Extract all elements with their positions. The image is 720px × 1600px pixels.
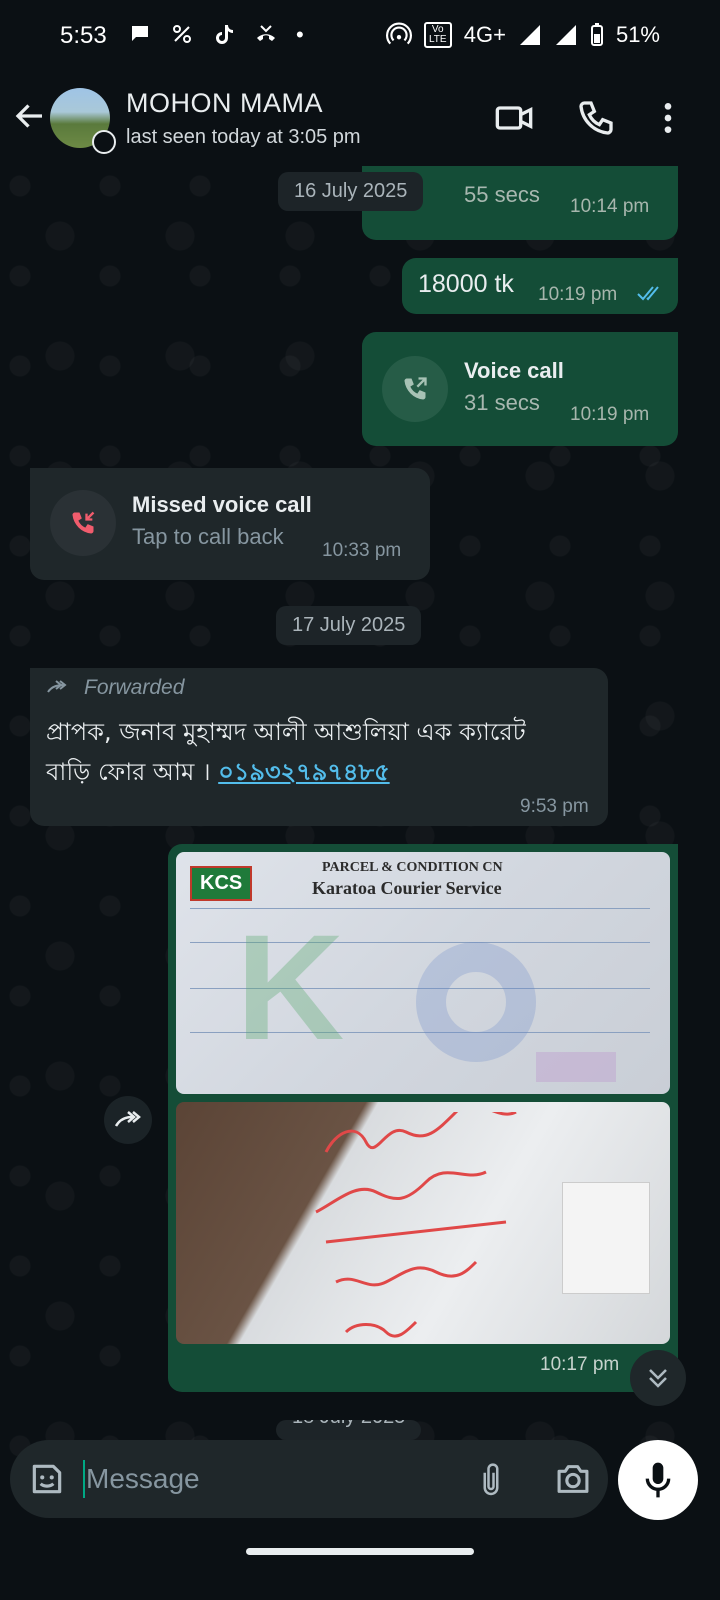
- signal-2-icon: [555, 25, 576, 45]
- forward-button[interactable]: [104, 1096, 152, 1144]
- voice-call-bubble[interactable]: Voice call 31 secs 10:19 pm: [362, 332, 678, 446]
- message-time: 10:19 pm: [538, 284, 618, 305]
- phone-link[interactable]: ০১৯৩২৭৯৭৪৮৫: [218, 758, 389, 786]
- contact-name[interactable]: MOHON MAMA: [126, 88, 323, 119]
- voice-call-icon[interactable]: [576, 98, 616, 138]
- chat-notification-icon: [132, 26, 148, 41]
- barcode-label: [562, 1182, 650, 1294]
- handwritten-address: [315, 1112, 517, 1338]
- tiktok-icon: [216, 25, 233, 44]
- date-label: 18 July 2025: [292, 1420, 405, 1428]
- forward-icon: [114, 1111, 141, 1127]
- forwarded-message[interactable]: Forwarded প্রাপক, জনাব মুহাম্মদ আলী আশুল…: [30, 668, 608, 826]
- outgoing-call-icon: [404, 377, 427, 400]
- status-bar: 5:53 • Vo LTE 4G+ 51%: [0, 0, 720, 70]
- message-input[interactable]: [84, 1458, 448, 1500]
- volte-icon: Vo LTE: [423, 22, 452, 48]
- battery-percent: 51%: [615, 22, 660, 47]
- message-time: 10:14 pm: [570, 196, 650, 217]
- date-separator: 17 July 2025: [276, 606, 422, 645]
- message-time: 10:19 pm: [570, 404, 650, 425]
- call-icon-circle: [382, 356, 448, 422]
- receipt-watermark: K: [236, 903, 345, 1071]
- call-duration: 31 secs: [464, 390, 540, 415]
- message-time: 9:53 pm: [520, 796, 589, 817]
- percent-icon: [173, 25, 191, 43]
- attach-icon[interactable]: [476, 1460, 506, 1498]
- network-type: 4G+: [463, 22, 506, 47]
- parcel-package-image[interactable]: [176, 1102, 670, 1344]
- last-seen: last seen today at 3:05 pm: [126, 126, 361, 148]
- call-back-hint: Tap to call back: [132, 524, 284, 549]
- receipt-heading: PARCEL & CONDITION CN: [322, 860, 503, 875]
- courier-receipt-image[interactable]: KCS PARCEL & CONDITION CN Karatoa Courie…: [176, 852, 670, 1094]
- missed-call-notification-icon: [257, 25, 275, 41]
- message-text: 18000 tk: [418, 270, 514, 298]
- back-arrow-icon[interactable]: [12, 98, 48, 134]
- signal-icon: [519, 25, 540, 45]
- forwarded-label: Forwarded: [84, 676, 185, 699]
- receipt-watermark-c: [416, 942, 536, 1062]
- notification-icons: •: [128, 22, 304, 48]
- call-title: Missed voice call: [132, 492, 312, 517]
- message-composer: [10, 1440, 608, 1518]
- call-icon-circle: [50, 490, 116, 556]
- double-chevron-down-icon: [649, 1369, 667, 1388]
- microphone-icon: [645, 1462, 671, 1498]
- date-separator-partial: 18 July 2025: [276, 1420, 422, 1440]
- forwarded-icon: [47, 680, 67, 693]
- sticker-icon[interactable]: [28, 1460, 66, 1498]
- receipt-watermark-s: [536, 1052, 616, 1082]
- battery-icon: [590, 23, 603, 46]
- receipt-company: Karatoa Courier Service: [312, 878, 502, 898]
- gesture-nav-bar[interactable]: [246, 1548, 474, 1555]
- receipt-logo: KCS: [190, 866, 253, 901]
- system-icons: Vo LTE 4G+ 51%: [385, 22, 660, 48]
- more-options-icon[interactable]: [648, 98, 688, 138]
- text-message-outgoing[interactable]: 18000 tk 10:19 pm: [402, 258, 678, 314]
- message-time: 10:33 pm: [322, 540, 402, 561]
- message-text: প্রাপক, জনাব মুহাম্মদ আলী আশুলিয়া এক ক্…: [46, 712, 566, 792]
- call-duration: 55 secs: [464, 182, 540, 207]
- voice-record-button[interactable]: [618, 1440, 698, 1520]
- camera-icon[interactable]: [554, 1462, 592, 1496]
- status-ring-icon: [92, 130, 116, 154]
- message-time: 10:17 pm: [540, 1354, 620, 1375]
- more-notifications-dot: •: [296, 22, 304, 47]
- scroll-to-bottom-button[interactable]: [630, 1350, 686, 1406]
- hotspot-icon: [385, 22, 412, 45]
- missed-call-icon: [72, 511, 95, 534]
- read-ticks-icon: [637, 286, 659, 301]
- date-separator: 16 July 2025: [278, 172, 424, 211]
- chat-header-overlay: MOHON MAMA last seen today at 3:05 pm: [0, 70, 720, 166]
- video-call-icon[interactable]: [494, 98, 534, 138]
- status-time: 5:53: [60, 22, 107, 49]
- call-title: Voice call: [464, 358, 564, 383]
- missed-call-bubble[interactable]: Missed voice call Tap to call back 10:33…: [30, 468, 430, 580]
